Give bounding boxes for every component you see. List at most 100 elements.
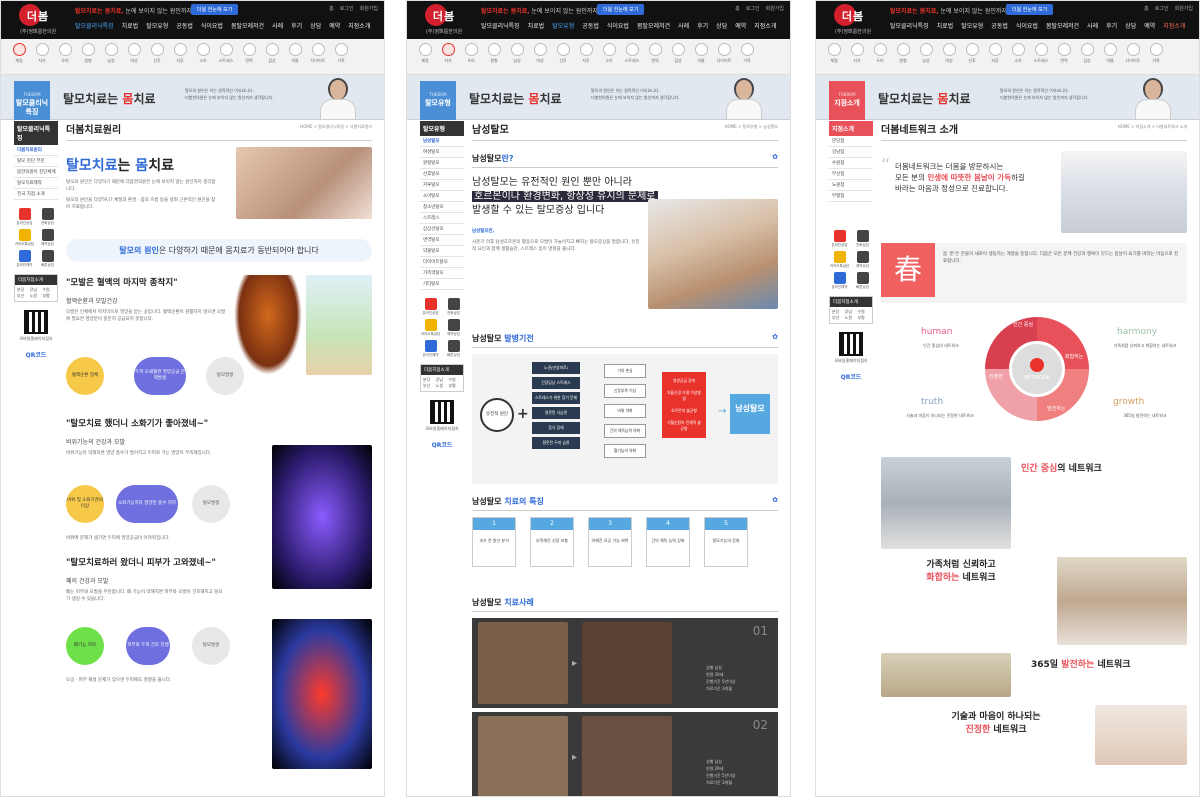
type-shortcut[interactable]: 면역 (645, 43, 665, 64)
nav-item-reviews[interactable]: 후기 (1106, 23, 1117, 30)
nav-item-branches[interactable]: 지점소개 (754, 23, 776, 30)
type-shortcut[interactable]: 자가 (438, 43, 458, 64)
type-shortcut[interactable]: 여성 (939, 43, 959, 64)
case-item[interactable]: ▸ 01 성별 남성 연령 29세 진행기간 5년이상 치료기간 3개월 (472, 618, 778, 708)
nav-item-cases[interactable]: 사례 (1087, 23, 1098, 30)
type-shortcut[interactable]: 지루 (170, 43, 190, 64)
nav-item-treatment[interactable]: 치료법 (937, 23, 954, 30)
logo[interactable]: 더봄 (주)정뽀릅한의원 (413, 4, 475, 36)
type-shortcut[interactable]: 약물 (1100, 43, 1120, 64)
sidebar-item[interactable]: 산후탈모 (420, 169, 464, 180)
type-shortcut[interactable]: 갑상 (262, 43, 282, 64)
branch-link[interactable]: 부산 (832, 315, 845, 321)
branch-link[interactable]: 부산 (17, 293, 30, 299)
nav-item-features[interactable]: 탈모클리닉특징 (481, 23, 520, 30)
type-shortcut[interactable]: 원형 (893, 43, 913, 64)
nav-item-reviews[interactable]: 후기 (291, 23, 302, 30)
nav-item-treatment[interactable]: 치료법 (528, 23, 545, 30)
sidebar-item[interactable]: 다이어트탈모 (420, 257, 464, 268)
type-shortcut[interactable]: 원형 (484, 43, 504, 64)
type-shortcut[interactable]: 지루 (576, 43, 596, 64)
sidebar-item[interactable]: 전국 지점 소개 (14, 189, 58, 200)
type-shortcut[interactable]: 다이어트 (308, 43, 328, 64)
quick-phone-consult[interactable]: 전화상담 (443, 298, 464, 316)
quick-online-reserve[interactable]: 온라인예약 (420, 340, 441, 358)
quick-online-consult[interactable]: 온라인상담 (420, 298, 441, 316)
nav-item-types[interactable]: 탈모유형 (961, 23, 983, 30)
branch-link[interactable]: 노원 (30, 293, 43, 299)
branch-link[interactable]: 부산 (423, 383, 436, 389)
util-login-link[interactable]: 로그인 (746, 6, 760, 12)
quick-fast-consult[interactable]: 빠른상담 (37, 250, 58, 268)
nav-item-cases[interactable]: 사례 (272, 23, 283, 30)
type-shortcut[interactable]: 갑상 (1077, 43, 1097, 64)
sidebar-item[interactable]: 탈모 진단 부문 (14, 156, 58, 167)
nav-item-consult[interactable]: 상담 (716, 23, 727, 30)
sidebar-item[interactable]: 약물탈모 (420, 246, 464, 257)
sidebar-item[interactable]: 강남점 (829, 147, 873, 158)
branch-link[interactable]: 노원 (436, 383, 449, 389)
util-join-link[interactable]: 회원가입 (766, 6, 784, 12)
quick-kakao-consult[interactable]: 카카오톡상담 (14, 229, 35, 247)
quick-online-reserve[interactable]: 온라인예약 (14, 250, 35, 268)
branch-link[interactable]: 노원 (845, 315, 858, 321)
type-shortcut[interactable]: 소아 (599, 43, 619, 64)
nav-item-method[interactable]: 공동법 (991, 23, 1008, 30)
quick-online-consult[interactable]: 온라인상담 (14, 208, 35, 226)
type-shortcut[interactable]: 자가 (32, 43, 52, 64)
sidebar-item[interactable]: 소아탈모 (420, 191, 464, 202)
type-shortcut[interactable]: 원형 (78, 43, 98, 64)
type-shortcut[interactable]: 소아 (193, 43, 213, 64)
type-shortcut[interactable]: 가족 (737, 43, 757, 64)
branch-link[interactable]: 부평 (42, 293, 55, 299)
type-shortcut[interactable]: 두피 (461, 43, 481, 64)
type-shortcut[interactable]: 남성 (101, 43, 121, 64)
nav-item-reserve[interactable]: 예약 (735, 23, 746, 30)
sidebar-item[interactable]: 면역탈모 (420, 235, 464, 246)
type-shortcut[interactable]: 여성 (124, 43, 144, 64)
sidebar-item[interactable]: 스트레스 (420, 213, 464, 224)
sidebar-item[interactable]: 더봄치료원리 (14, 145, 58, 156)
type-shortcut[interactable]: 약물 (691, 43, 711, 64)
type-shortcut[interactable]: 두피 (870, 43, 890, 64)
sidebar-item[interactable]: 탈모치료제작 (14, 178, 58, 189)
util-home-link[interactable]: 홈 (735, 6, 740, 12)
type-shortcut[interactable]: 남성 (916, 43, 936, 64)
nav-item-treatment[interactable]: 치료법 (122, 23, 139, 30)
nav-item-types[interactable]: 탈모유형 (146, 23, 168, 30)
type-shortcut[interactable]: 체질 (9, 43, 29, 64)
overview-button[interactable]: 더봄 한눈에 보기 (1006, 4, 1054, 15)
nav-item-types[interactable]: 탈모유형 (552, 23, 574, 30)
nav-item-method[interactable]: 공동법 (176, 23, 193, 30)
util-home-link[interactable]: 홈 (329, 6, 334, 12)
type-shortcut[interactable]: 다이어트 (714, 43, 734, 64)
quick-kakao-consult[interactable]: 카카오톡상담 (829, 251, 850, 269)
util-login-link[interactable]: 로그인 (340, 6, 354, 12)
type-shortcut[interactable]: 산후 (962, 43, 982, 64)
type-shortcut[interactable]: 갑상 (668, 43, 688, 64)
sidebar-item[interactable]: 갑상선탈모 (420, 224, 464, 235)
type-shortcut[interactable]: 산후 (553, 43, 573, 64)
quick-phone-consult[interactable]: 전화상담 (852, 230, 873, 248)
nav-item-diet[interactable]: 식이요법 (607, 23, 629, 30)
nav-item-method[interactable]: 공동법 (582, 23, 599, 30)
type-shortcut[interactable]: 스트레스 (622, 43, 642, 64)
nav-item-cases[interactable]: 사례 (678, 23, 689, 30)
quick-online-reserve[interactable]: 온라인예약 (829, 272, 850, 290)
sidebar-item[interactable]: 원형탈모 (420, 158, 464, 169)
type-shortcut[interactable]: 소아 (1008, 43, 1028, 64)
sidebar-item[interactable]: 봄한의원이 진단체계 (14, 167, 58, 178)
type-shortcut[interactable]: 다이어트 (1123, 43, 1143, 64)
type-shortcut[interactable]: 가족 (331, 43, 351, 64)
type-shortcut[interactable]: 여성 (530, 43, 550, 64)
quick-reserve-consult[interactable]: 예약상담 (443, 319, 464, 337)
sidebar-item[interactable]: 부산점 (829, 169, 873, 180)
type-shortcut[interactable]: 스트레스 (216, 43, 236, 64)
sidebar-item[interactable]: 노원점 (829, 180, 873, 191)
quick-phone-consult[interactable]: 전화상담 (37, 208, 58, 226)
logo[interactable]: 더봄 (주)정뽀릅한의원 (822, 4, 884, 36)
sidebar-item[interactable]: 기타탈모 (420, 279, 464, 290)
overview-button[interactable]: 더봄 한눈에 보기 (191, 4, 239, 15)
case-item[interactable]: ▸ 02 성별 남성 연령 29세 진행기간 5년이상 치료기간 3개월 (472, 712, 778, 796)
sidebar-item[interactable]: 지루탈모 (420, 180, 464, 191)
